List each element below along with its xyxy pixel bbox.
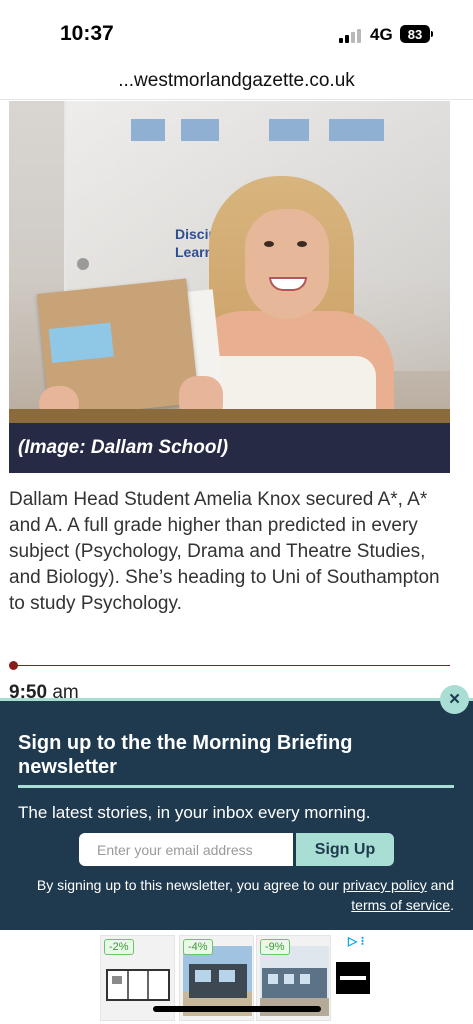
network-type: 4G: [370, 25, 393, 44]
battery-icon: 83: [400, 25, 430, 43]
discount-badge: -4%: [183, 939, 213, 955]
advertiser-logo[interactable]: [336, 962, 370, 994]
status-bar: 10:37 4G 83: [0, 0, 473, 70]
newsletter-terms: By signing up to this newsletter, you ag…: [36, 877, 454, 913]
terms-of-service-link[interactable]: terms of service: [351, 897, 450, 913]
newsletter-popup: Sign up to the the Morning Briefing news…: [0, 698, 473, 930]
discount-badge: -2%: [104, 939, 134, 955]
adchoices-icon[interactable]: ▷ ⁝: [348, 934, 364, 948]
image-caption: (Image: Dallam School): [9, 423, 450, 473]
article-paragraph: Dallam Head Student Amelia Knox secured …: [9, 489, 440, 614]
newsletter-subtitle: The latest stories, in your inbox every …: [18, 803, 371, 822]
discount-badge: -9%: [260, 939, 290, 955]
status-time: 10:37: [60, 22, 114, 45]
battery-tip: [431, 31, 433, 37]
newsletter-title: Sign up to the the Morning Briefing news…: [18, 731, 454, 788]
sign-up-button[interactable]: Sign Up: [296, 833, 394, 866]
close-icon[interactable]: ×: [440, 685, 469, 714]
email-input[interactable]: [79, 833, 293, 866]
url-bar[interactable]: ...westmorlandgazette.co.uk: [0, 64, 473, 100]
privacy-policy-link[interactable]: privacy policy: [343, 877, 427, 893]
timeline-divider: [9, 660, 450, 672]
article-photo: Disciplina, P Learning for a: [9, 101, 450, 423]
timeline-dot: [9, 661, 18, 670]
home-indicator: [153, 1006, 321, 1012]
cellular-signal-icon: [339, 29, 361, 43]
